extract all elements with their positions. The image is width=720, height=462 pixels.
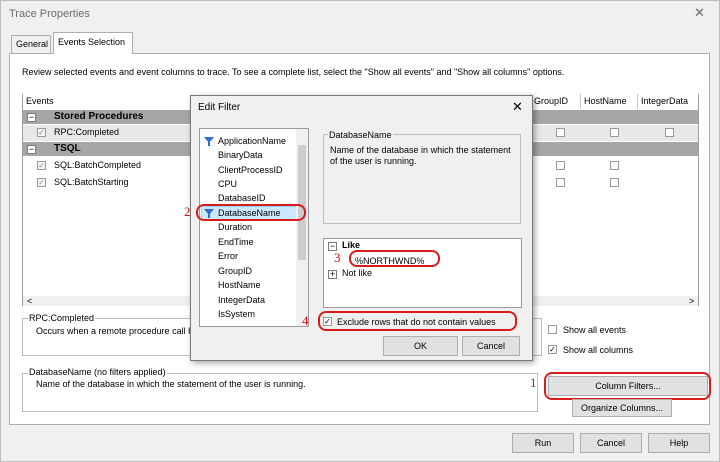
list-item-duration[interactable]: Duration	[218, 222, 252, 232]
highlight-ring	[196, 204, 306, 221]
highlight-ring	[318, 311, 517, 331]
column-checkbox[interactable]	[556, 128, 565, 137]
list-item-databaseid[interactable]: DatabaseID	[218, 193, 266, 203]
description-text: Name of the database in which the statem…	[330, 145, 511, 166]
highlight-ring	[349, 250, 440, 267]
dialog-title: Edit Filter	[198, 102, 241, 113]
category-label: Stored Procedures	[54, 111, 144, 122]
event-checkbox[interactable]: ✓	[37, 128, 46, 137]
event-checkbox[interactable]: ✓	[37, 161, 46, 170]
list-item-cpu[interactable]: CPU	[218, 179, 237, 189]
list-item-endtime[interactable]: EndTime	[218, 237, 254, 247]
like-node[interactable]: Like	[342, 240, 360, 250]
column-info-text: Name of the database in which the statem…	[36, 379, 306, 389]
annotation-number: 3	[334, 250, 341, 265]
dialog-close-icon[interactable]: ✕	[512, 99, 523, 115]
ok-button[interactable]: OK	[383, 336, 458, 356]
list-item-integerdata[interactable]: IntegerData	[218, 295, 265, 305]
event-label: RPC:Completed	[54, 127, 120, 137]
collapse-icon[interactable]: −	[27, 145, 36, 154]
list-item-issystem[interactable]: IsSystem	[218, 309, 255, 319]
event-checkbox[interactable]: ✓	[37, 178, 46, 187]
event-info-text: Occurs when a remote procedure call h	[36, 326, 194, 336]
list-item-hostname[interactable]: HostName	[218, 280, 261, 290]
column-checkbox[interactable]	[610, 161, 619, 170]
organize-columns-button[interactable]: Organize Columns...	[572, 399, 672, 417]
column-header-integerdata[interactable]: IntegerData	[638, 94, 698, 109]
dialog-cancel-button[interactable]: Cancel	[462, 336, 520, 356]
window-title: Trace Properties	[9, 8, 90, 20]
show-all-columns-label: Show all columns	[563, 345, 634, 355]
show-all-events-checkbox[interactable]	[548, 325, 557, 334]
event-label: SQL:BatchStarting	[54, 177, 129, 187]
list-item-applicationname[interactable]: ApplicationName	[218, 136, 286, 146]
scrollbar-thumb[interactable]	[298, 145, 306, 260]
list-item-error[interactable]: Error	[218, 251, 238, 261]
column-header-groupid[interactable]: GroupID	[531, 94, 581, 109]
column-checkbox[interactable]	[556, 161, 565, 170]
scroll-left-icon[interactable]: <	[27, 296, 32, 306]
annotation-number: 4	[302, 313, 309, 328]
not-like-node[interactable]: Not like	[342, 268, 372, 278]
description-title: DatabaseName	[328, 130, 393, 140]
collapse-icon[interactable]: −	[27, 113, 36, 122]
column-checkbox[interactable]	[556, 178, 565, 187]
tab-events-selection[interactable]: Events Selection	[53, 32, 133, 54]
run-button[interactable]: Run	[512, 433, 574, 453]
list-item-binarydata[interactable]: BinaryData	[218, 150, 263, 160]
column-checkbox[interactable]	[610, 178, 619, 187]
intro-text: Review selected events and event columns…	[22, 67, 565, 77]
filter-icon-stem	[208, 142, 210, 146]
show-all-columns-checkbox[interactable]: ✓	[548, 345, 557, 354]
window-close-icon[interactable]: ✕	[694, 5, 705, 21]
highlight-ring	[544, 372, 711, 400]
expand-icon[interactable]: +	[328, 270, 337, 279]
annotation-number: 1	[530, 375, 537, 390]
column-checkbox[interactable]	[665, 128, 674, 137]
list-item-clientprocessid[interactable]: ClientProcessID	[218, 165, 283, 175]
help-button[interactable]: Help	[648, 433, 710, 453]
column-header-hostname[interactable]: HostName	[581, 94, 638, 109]
event-info-title: RPC:Completed	[28, 313, 96, 323]
category-label: TSQL	[54, 143, 81, 154]
cancel-button[interactable]: Cancel	[580, 433, 642, 453]
column-checkbox[interactable]	[610, 128, 619, 137]
column-info-title: DatabaseName (no filters applied)	[28, 367, 167, 377]
list-item-groupid[interactable]: GroupID	[218, 266, 252, 276]
annotation-number: 2	[184, 204, 191, 219]
scroll-right-icon[interactable]: >	[689, 296, 694, 306]
event-label: SQL:BatchCompleted	[54, 160, 142, 170]
tab-general[interactable]: General	[11, 35, 51, 53]
show-all-events-label: Show all events	[563, 325, 627, 335]
